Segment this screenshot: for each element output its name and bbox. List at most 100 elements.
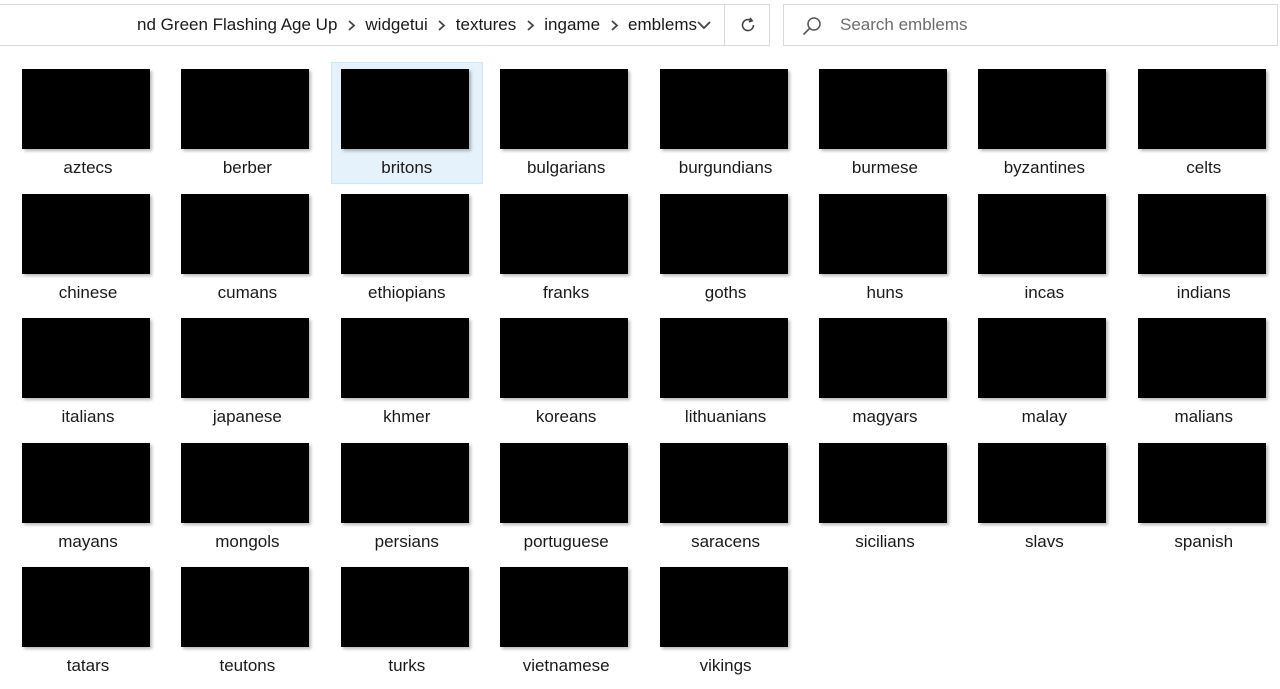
file-item-chinese[interactable]: chinese (12, 187, 164, 309)
file-thumbnail (659, 442, 788, 523)
file-thumbnail (1137, 193, 1266, 274)
file-thumbnail (500, 193, 629, 274)
file-thumbnail (978, 442, 1107, 523)
file-thumbnail (181, 193, 310, 274)
search-box[interactable] (783, 4, 1278, 46)
file-item-berber[interactable]: berber (171, 62, 323, 184)
file-name-label: slavs (1024, 531, 1064, 551)
file-item-indians[interactable]: indians (1128, 187, 1280, 309)
breadcrumb-items: nd Green Flashing Age Up widgetui textures… (135, 5, 723, 45)
file-item-bulgarians[interactable]: bulgarians (490, 62, 642, 184)
breadcrumb-item[interactable]: widgetui (363, 15, 429, 35)
file-name-label: huns (866, 282, 904, 302)
file-item-slavs[interactable]: slavs (968, 436, 1120, 558)
search-input[interactable] (840, 11, 1260, 39)
file-thumbnail (22, 567, 150, 648)
file-item-lithuanians[interactable]: lithuanians (650, 311, 802, 433)
file-name-label: berber (222, 158, 272, 177)
file-item-vikings[interactable]: vikings (650, 560, 802, 682)
file-item-byzantines[interactable]: byzantines (968, 62, 1120, 184)
file-item-ethiopians[interactable]: ethiopians (331, 187, 483, 309)
toolbar: nd Green Flashing Age Up widgetui textures… (0, 0, 1280, 52)
file-item-italians[interactable]: italians (12, 311, 164, 433)
file-item-mayans[interactable]: mayans (12, 436, 164, 558)
file-thumbnail (978, 193, 1107, 274)
file-thumbnail (659, 193, 788, 274)
file-item-japanese[interactable]: japanese (171, 311, 323, 433)
chevron-right-icon (527, 19, 535, 31)
file-item-sicilians[interactable]: sicilians (809, 436, 961, 558)
file-name-label: celts (1186, 158, 1222, 177)
file-name-label: burmese (851, 158, 919, 177)
file-thumbnail (22, 69, 150, 149)
file-item-vietnamese[interactable]: vietnamese (490, 560, 642, 682)
chevron-right-icon (348, 19, 356, 31)
file-thumbnail (500, 567, 629, 648)
breadcrumb-separator-button[interactable] (518, 5, 542, 45)
file-thumbnail (340, 567, 469, 648)
file-name-label: goths (704, 282, 747, 302)
file-name-label: incas (1024, 282, 1065, 302)
file-item-saracens[interactable]: saracens (650, 436, 802, 558)
breadcrumb-item[interactable]: ingame (542, 15, 602, 35)
file-name-label: malay (1021, 407, 1068, 427)
file-item-teutons[interactable]: teutons (171, 560, 323, 682)
file-item-spanish[interactable]: spanish (1128, 436, 1280, 558)
file-item-tatars[interactable]: tatars (12, 560, 164, 682)
file-item-burmese[interactable]: burmese (809, 62, 961, 184)
file-name-label: vikings (699, 656, 752, 676)
file-item-portuguese[interactable]: portuguese (490, 436, 642, 558)
refresh-icon (741, 17, 754, 32)
file-name-label: aztecs (63, 158, 113, 177)
file-thumbnail (659, 69, 788, 149)
file-item-magyars[interactable]: magyars (809, 311, 961, 433)
file-thumbnail (659, 318, 788, 399)
file-item-britons[interactable]: britons (330, 62, 483, 184)
chevron-right-icon (438, 19, 446, 31)
file-name-label: khmer (383, 407, 431, 427)
breadcrumb-separator-button[interactable] (339, 5, 363, 45)
file-thumbnail (181, 442, 310, 523)
file-thumbnail (818, 193, 947, 274)
file-thumbnail (978, 69, 1107, 149)
file-item-aztecs[interactable]: aztecs (12, 62, 164, 184)
breadcrumb-separator-button[interactable] (430, 5, 454, 45)
breadcrumb: nd Green Flashing Age Up widgetui textures… (0, 5, 723, 45)
file-item-huns[interactable]: huns (809, 187, 961, 309)
file-thumbnail (500, 318, 629, 399)
file-item-koreans[interactable]: koreans (490, 311, 642, 433)
file-thumbnail (22, 193, 150, 274)
file-thumbnail (978, 318, 1107, 399)
file-item-cumans[interactable]: cumans (171, 187, 323, 309)
file-name-label: italians (61, 407, 115, 427)
file-thumbnail (500, 69, 629, 149)
breadcrumb-separator-button[interactable] (602, 5, 626, 45)
file-item-turks[interactable]: turks (331, 560, 483, 682)
breadcrumb-item[interactable]: textures (454, 15, 518, 35)
file-item-malay[interactable]: malay (968, 311, 1120, 433)
file-name-label: sicilians (855, 531, 915, 551)
file-item-franks[interactable]: franks (490, 187, 642, 309)
file-name-label: chinese (58, 282, 118, 302)
file-item-mongols[interactable]: mongols (171, 436, 323, 558)
file-thumbnail (500, 442, 629, 523)
file-item-goths[interactable]: goths (650, 187, 802, 309)
file-thumbnail (181, 318, 310, 399)
file-item-khmer[interactable]: khmer (331, 311, 483, 433)
address-bar[interactable]: nd Green Flashing Age Up widgetui textures… (0, 4, 770, 46)
file-thumbnail (818, 69, 947, 149)
refresh-button[interactable] (726, 5, 769, 45)
file-thumbnail (1137, 318, 1266, 399)
file-thumbnail (340, 193, 469, 274)
file-item-celts[interactable]: celts (1128, 62, 1280, 184)
file-thumbnail (22, 442, 150, 523)
file-thumbnail (22, 318, 150, 399)
address-history-button[interactable] (686, 5, 722, 45)
file-name-label: indians (1176, 282, 1231, 302)
file-item-burgundians[interactable]: burgundians (650, 62, 802, 184)
file-item-incas[interactable]: incas (968, 187, 1120, 309)
file-name-label: magyars (852, 407, 918, 427)
breadcrumb-item[interactable]: nd Green Flashing Age Up (135, 15, 339, 35)
file-item-malians[interactable]: malians (1128, 311, 1280, 433)
file-item-persians[interactable]: persians (331, 436, 483, 558)
